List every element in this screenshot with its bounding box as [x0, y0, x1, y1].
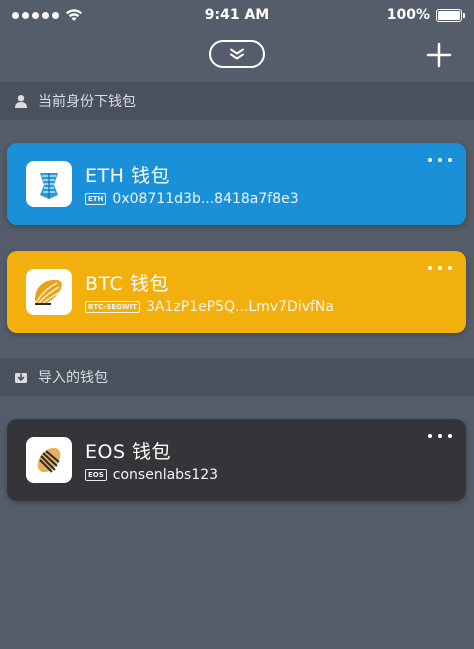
chain-tag: EOS — [85, 469, 107, 481]
user-icon — [15, 95, 27, 108]
nav-bar — [0, 34, 474, 78]
wallet-card-btc[interactable]: BTC 钱包 BTC-SEGWIT 3A1zP1eP5Q...Lmv7DivfN… — [7, 251, 466, 333]
wallet-address: 0x08711d3b...8418a7f8e3 — [112, 191, 299, 207]
more-options-button[interactable] — [428, 429, 452, 443]
add-wallet-button[interactable] — [424, 40, 454, 70]
section-title: 导入的钱包 — [38, 370, 108, 386]
eth-shell-icon — [26, 161, 72, 207]
chain-tag: ETH — [85, 193, 107, 205]
wifi-icon — [66, 9, 82, 21]
battery-percent: 100% — [386, 7, 430, 23]
more-options-button[interactable] — [428, 153, 452, 167]
eos-shell-icon — [26, 437, 72, 483]
wallet-address-row: ETH 0x08711d3b...8418a7f8e3 — [85, 191, 299, 207]
wallet-card-eos[interactable]: EOS 钱包 EOS consenlabs123 — [7, 419, 466, 501]
status-bar: 9:41 AM 100% — [0, 0, 474, 30]
battery-icon — [436, 8, 465, 22]
collapse-button[interactable] — [209, 40, 265, 68]
wallet-address: 3A1zP1eP5Q...Lmv7DivfNa — [145, 299, 334, 315]
section-current-identity: 当前身份下钱包 — [0, 82, 474, 120]
more-options-button[interactable] — [428, 261, 452, 275]
wallet-address-row: EOS consenlabs123 — [85, 467, 218, 483]
wallet-name: BTC 钱包 — [85, 273, 169, 295]
section-title: 当前身份下钱包 — [38, 94, 136, 110]
section-imported: 导入的钱包 — [0, 358, 474, 396]
wallet-address: consenlabs123 — [112, 467, 219, 483]
double-chevron-down-icon — [230, 48, 244, 60]
wallet-name: EOS 钱包 — [85, 441, 172, 463]
wallet-name: ETH 钱包 — [85, 165, 170, 187]
chain-tag: BTC-SEGWIT — [85, 301, 140, 313]
wallet-card-eth[interactable]: ETH 钱包 ETH 0x08711d3b...8418a7f8e3 — [7, 143, 466, 225]
signal-icon — [12, 11, 59, 19]
btc-shell-icon — [26, 269, 72, 315]
status-left — [12, 8, 83, 22]
wallet-address-row: BTC-SEGWIT 3A1zP1eP5Q...Lmv7DivfNa — [85, 299, 334, 315]
status-right: 100% — [386, 7, 465, 23]
import-icon — [15, 373, 27, 383]
